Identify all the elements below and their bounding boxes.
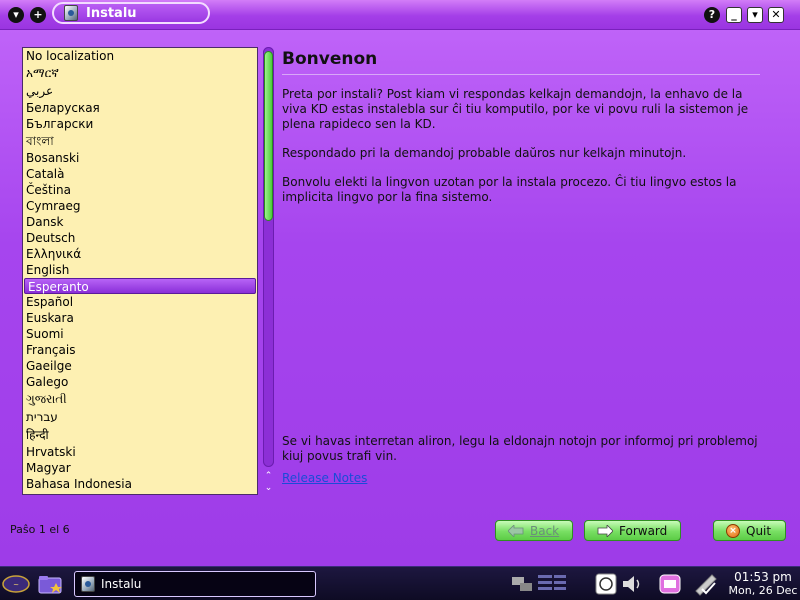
language-list[interactable]: No localization አማርኛ عربي Беларуская Българс… [22,47,258,495]
quit-icon: × [726,523,740,538]
language-item[interactable]: Беларуская [23,100,257,116]
language-list-scrollbar[interactable]: ⌃ ⌄ [261,47,276,495]
language-item[interactable]: عربي [23,82,257,100]
taskbar-item-label: Instalu [101,577,142,591]
quit-button[interactable]: × Quit [713,520,786,541]
welcome-content: Bonvenon Preta por instali? Post kiam vi… [282,47,772,495]
intro-paragraph: Preta por instali? Post kiam vi responda… [282,87,749,131]
back-button-label: Back [530,523,560,538]
window-sticky-button[interactable]: + [30,7,46,23]
back-arrow-icon [508,524,524,537]
language-item[interactable]: Dansk [23,214,257,230]
clock-date: Mon, 26 Dec [728,584,798,597]
window-titlebar: ▾ + Instalu ? _ ▾ ✕ [0,0,800,30]
window-title: Instalu [86,5,137,21]
language-item[interactable]: Cymraeg [23,198,257,214]
svg-text:~: ~ [13,581,19,589]
update-tray-icon[interactable] [692,571,720,597]
language-item[interactable]: Gaeilge [23,358,257,374]
language-item[interactable]: Euskara [23,310,257,326]
language-item[interactable]: বাংলা [23,132,257,150]
clipboard-tray-icon[interactable] [592,571,620,597]
language-item[interactable]: No localization [23,48,257,64]
installer-task-icon [81,576,95,592]
clock-time: 01:53 pm [734,570,792,584]
window-title-pill: Instalu [52,2,210,24]
language-item[interactable]: አማርኛ [23,64,257,82]
installer-main: No localization አማርኛ عربي Беларуская Българс… [0,30,800,566]
maximize-button[interactable]: ▾ [747,7,763,23]
language-paragraph: Bonvolu elekti la lingvon uzotan por la … [282,175,737,204]
duration-paragraph: Respondado pri la demandoj probable daŭr… [282,146,687,160]
taskbar: ~ Instalu 01:53 pm Mon, 26 Dec [0,566,800,600]
language-item[interactable]: Deutsch [23,230,257,246]
language-item[interactable]: English [23,262,257,278]
scrollbar-thumb[interactable] [264,51,273,221]
forward-button-label: Forward [619,523,668,538]
language-item[interactable]: Suomi [23,326,257,342]
minimize-button[interactable]: _ [726,7,742,23]
language-item[interactable]: Hrvatski [23,444,257,460]
language-item[interactable]: Български [23,116,257,132]
close-button[interactable]: ✕ [768,7,784,23]
language-item[interactable]: עברית [23,408,257,426]
scroll-up-icon[interactable]: ⌃ [263,471,274,481]
forward-button[interactable]: Forward [584,520,681,541]
language-item[interactable]: Français [23,342,257,358]
language-item[interactable]: Español [23,294,257,310]
language-item[interactable]: Bosanski [23,150,257,166]
messenger-tray-icon[interactable] [656,571,684,597]
language-item[interactable]: Galego [23,374,257,390]
taskbar-item-instalu[interactable]: Instalu [74,571,316,597]
scroll-down-icon[interactable]: ⌄ [263,483,274,493]
page-title: Bonvenon [282,47,760,75]
network-tray-icon[interactable] [510,571,570,597]
installer-app-icon [64,5,78,21]
clock[interactable]: 01:53 pm Mon, 26 Dec [728,570,798,597]
language-item[interactable]: Magyar [23,460,257,476]
language-item[interactable]: Čeština [23,182,257,198]
language-item[interactable]: Català [23,166,257,182]
release-notes-hint: Se vi havas interretan aliron, legu la e… [282,434,758,463]
window-menu-button[interactable]: ▾ [8,7,24,23]
back-button[interactable]: Back [495,520,573,541]
volume-icon[interactable] [620,571,644,597]
language-item[interactable]: ગુજરાતી [23,390,257,408]
language-item[interactable]: Esperanto [24,278,256,294]
scrollbar-track[interactable] [263,47,274,467]
release-notes-link[interactable]: Release Notes [282,471,367,485]
language-item[interactable]: हिन्दी [23,426,257,444]
language-item[interactable]: Ελληνικά [23,246,257,262]
quit-button-label: Quit [746,523,772,538]
help-button[interactable]: ? [704,7,720,23]
start-menu-logo-icon[interactable]: ~ [2,573,30,595]
language-item[interactable]: Bahasa Indonesia [23,476,257,492]
forward-arrow-icon [597,524,613,537]
folder-icon[interactable] [38,573,64,595]
step-indicator: Paŝo 1 el 6 [10,523,70,536]
